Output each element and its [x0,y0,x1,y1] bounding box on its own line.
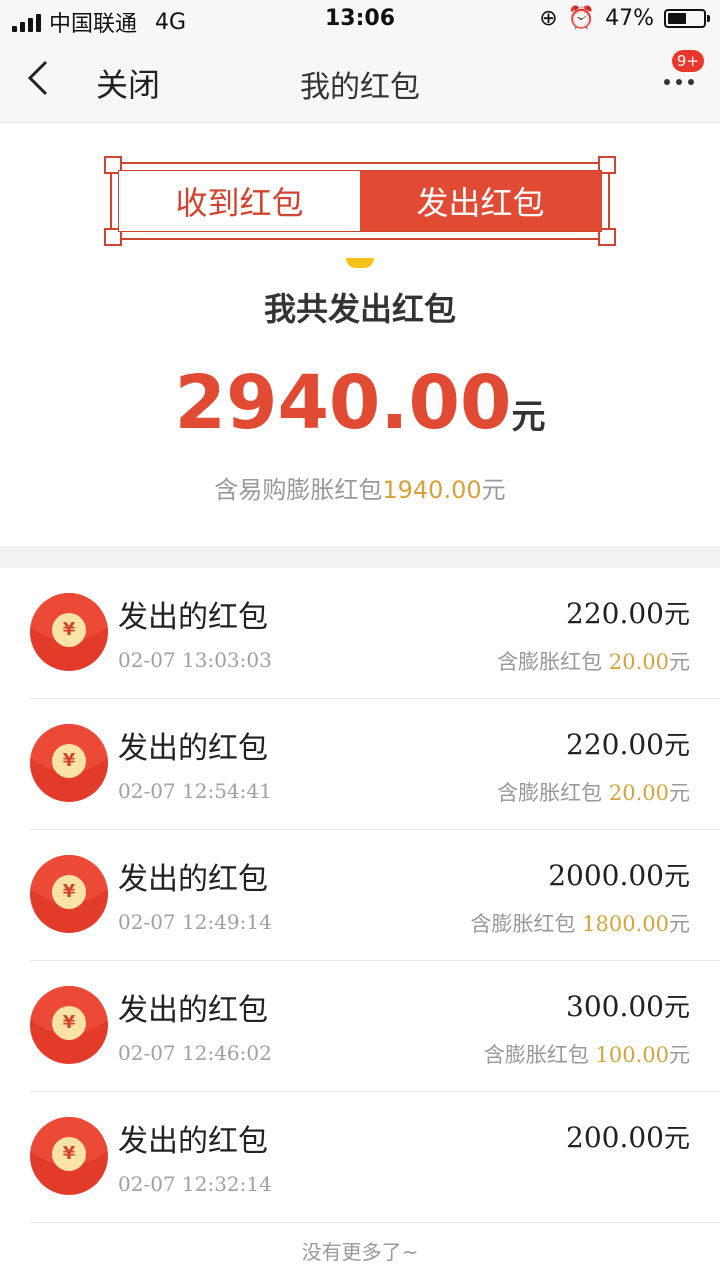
tab-switcher: 收到红包 发出红包 [104,156,616,246]
red-envelope-icon: ¥ [30,593,108,671]
no-more-footer: 没有更多了~ [301,1240,419,1264]
tab-received[interactable]: 收到红包 [119,171,360,231]
item-title: 发出的红包 [118,862,268,897]
tab-sent[interactable]: 发出红包 [360,171,601,231]
list-item[interactable]: ¥ 发出的红包 02-07 12:46:02 300.00元 含膨胀红包 100… [30,961,720,1092]
list-item[interactable]: ¥ 发出的红包 02-07 13:03:03 220.00元 含膨胀红包 20.… [30,568,720,699]
red-packet-list: ¥ 发出的红包 02-07 13:03:03 220.00元 含膨胀红包 20.… [0,568,720,1223]
summary-note: 含易购膨胀红包1940.00元 [0,470,720,505]
item-amount: 200.00元 [566,1121,690,1154]
list-item[interactable]: ¥ 发出的红包 02-07 12:49:14 2000.00元 含膨胀红包 18… [30,830,720,961]
summary-amount-value: 2940.00 [174,360,512,446]
item-amount: 220.00元 [566,597,690,630]
item-time: 02-07 13:03:03 [118,648,272,672]
item-amount: 220.00元 [566,728,690,761]
list-item[interactable]: ¥ 发出的红包 02-07 12:54:41 220.00元 含膨胀红包 20.… [30,699,720,830]
summary-amount: 2940.00元 [0,360,720,446]
red-envelope-icon: ¥ [30,1117,108,1195]
status-right: ⊕ ⏰ 47% [539,6,710,31]
list-item[interactable]: ¥ 发出的红包 02-07 12:32:14 200.00元 [30,1092,720,1223]
section-divider [0,546,720,568]
battery-icon [664,9,710,28]
summary-note-value: 1940.00 [382,476,482,504]
item-bonus-note: 含膨胀红包 20.00元 [497,650,690,674]
summary-amount-unit: 元 [511,397,546,437]
red-envelope-icon: ¥ [30,855,108,933]
item-time: 02-07 12:49:14 [118,910,272,934]
status-bar: 中国联通 4G 13:06 ⊕ ⏰ 47% [0,0,720,40]
orientation-lock-icon: ⊕ [539,6,558,31]
summary-label: 我共发出红包 [263,290,456,328]
item-time: 02-07 12:46:02 [118,1041,272,1065]
item-title: 发出的红包 [118,1124,268,1159]
summary-note-prefix: 含易购膨胀红包 [214,476,383,504]
tab-indicator [346,258,374,268]
item-amount: 2000.00元 [548,859,690,892]
item-title: 发出的红包 [118,993,268,1028]
item-time: 02-07 12:54:41 [118,779,272,803]
red-envelope-icon: ¥ [30,986,108,1064]
item-amount: 300.00元 [566,990,690,1023]
item-bonus-note: 含膨胀红包 20.00元 [497,781,690,805]
item-title: 发出的红包 [118,731,268,766]
page-title: 我的红包 [300,70,420,105]
item-bonus-note: 含膨胀红包 100.00元 [483,1043,690,1067]
item-title: 发出的红包 [118,600,268,635]
notification-badge: 9+ [671,50,704,72]
red-envelope-icon: ¥ [30,724,108,802]
alarm-icon: ⏰ [567,6,596,31]
battery-percent: 47% [605,6,654,31]
item-bonus-note: 含膨胀红包 1800.00元 [470,912,690,936]
item-time: 02-07 12:32:14 [118,1172,272,1196]
navigation-bar: 关闭 我的红包 9+ [0,40,720,123]
summary-note-unit: 元 [481,476,506,504]
